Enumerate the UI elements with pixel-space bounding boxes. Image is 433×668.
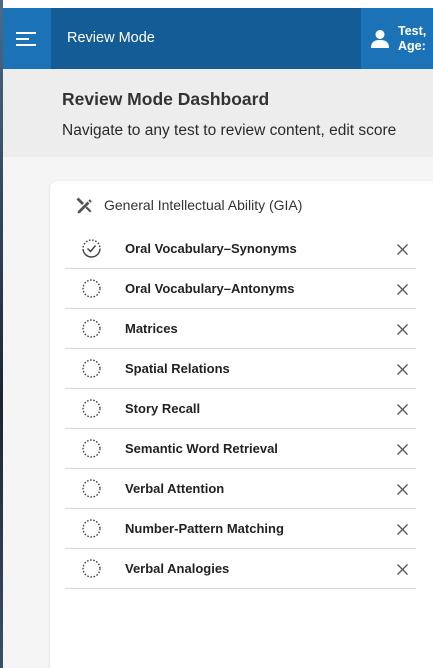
test-name: Story Recall: [125, 401, 201, 416]
test-list: Oral Vocabulary–Synonyms Oral Vocabulary–…: [65, 229, 416, 589]
not-started-status-icon: [82, 359, 101, 378]
content-area: General Intellectual Ability (GIA) Oral …: [0, 157, 433, 668]
test-name: Verbal Analogies: [125, 561, 230, 576]
page-subtitle: Navigate to any test to review content, …: [62, 122, 397, 139]
test-name: Semantic Word Retrieval: [125, 441, 278, 456]
edit-pencil-ruler-icon: [76, 197, 92, 214]
not-started-status-icon: [82, 559, 101, 578]
not-started-status-icon: [82, 279, 101, 298]
not-started-status-icon: [82, 439, 101, 458]
test-row[interactable]: Oral Vocabulary–Antonyms: [65, 269, 416, 309]
test-name: Number-Pattern Matching: [125, 521, 284, 536]
close-icon: [396, 483, 408, 495]
remove-test-button[interactable]: [392, 279, 412, 299]
test-row[interactable]: Verbal Attention: [65, 469, 416, 509]
remove-test-button[interactable]: [392, 479, 412, 499]
test-row[interactable]: Spatial Relations: [65, 349, 416, 389]
test-row[interactable]: Matrices: [65, 309, 416, 349]
test-name: Oral Vocabulary–Antonyms: [125, 281, 295, 296]
test-name: Matrices: [125, 321, 178, 336]
dashboard-header: Review Mode Dashboard Navigate to any te…: [0, 69, 433, 157]
test-row[interactable]: Story Recall: [65, 389, 416, 429]
close-icon: [396, 443, 408, 455]
remove-test-button[interactable]: [392, 239, 412, 259]
test-name: Oral Vocabulary–Synonyms: [125, 241, 297, 256]
not-started-status-icon: [82, 479, 101, 498]
hamburger-menu-icon: [15, 31, 36, 46]
test-row[interactable]: Semantic Word Retrieval: [65, 429, 416, 469]
top-bar: Review Mode Test, Age:: [0, 8, 433, 69]
app-title: Review Mode: [67, 30, 155, 46]
card-title: General Intellectual Ability (GIA): [104, 197, 303, 213]
user-icon: [371, 29, 389, 48]
test-row[interactable]: Number-Pattern Matching: [65, 509, 416, 549]
not-started-status-icon: [82, 399, 101, 418]
remove-test-button[interactable]: [392, 559, 412, 579]
close-icon: [396, 323, 408, 335]
close-icon: [396, 363, 408, 375]
user-info[interactable]: Test, Age:: [361, 8, 433, 69]
user-age: Age:: [398, 38, 426, 53]
remove-test-button[interactable]: [392, 519, 412, 539]
card-header: General Intellectual Ability (GIA): [50, 181, 433, 229]
close-icon: [396, 563, 408, 575]
remove-test-button[interactable]: [392, 399, 412, 419]
test-row[interactable]: Oral Vocabulary–Synonyms: [65, 229, 416, 269]
user-text: Test, Age:: [398, 24, 426, 54]
close-icon: [396, 283, 408, 295]
close-icon: [396, 243, 408, 255]
remove-test-button[interactable]: [392, 359, 412, 379]
remove-test-button[interactable]: [392, 319, 412, 339]
page-title: Review Mode Dashboard: [62, 89, 270, 109]
test-name: Spatial Relations: [125, 361, 230, 376]
close-icon: [396, 403, 408, 415]
not-started-status-icon: [82, 319, 101, 338]
not-started-status-icon: [82, 519, 101, 538]
test-name: Verbal Attention: [125, 481, 225, 496]
test-row[interactable]: Verbal Analogies: [65, 549, 416, 589]
left-edge-strip: [0, 0, 3, 668]
user-name: Test,: [398, 23, 427, 38]
test-card: General Intellectual Ability (GIA) Oral …: [50, 181, 433, 668]
menu-button[interactable]: [0, 8, 51, 69]
close-icon: [396, 523, 408, 535]
in-progress-status-icon: [82, 239, 101, 258]
remove-test-button[interactable]: [392, 439, 412, 459]
